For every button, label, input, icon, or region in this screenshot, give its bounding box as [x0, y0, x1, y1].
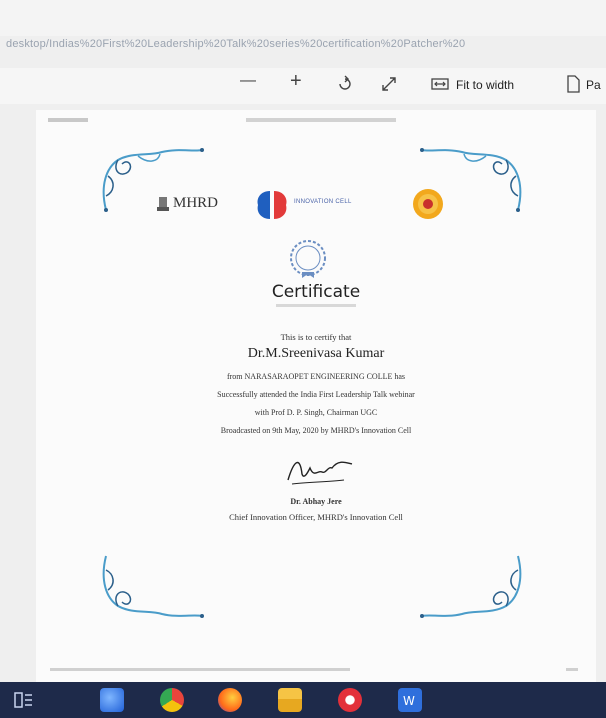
certify-line: This is to certify that [280, 332, 352, 342]
address-bar-url[interactable]: desktop/Indias%20First%20Leadership%20Ta… [6, 38, 606, 50]
signer-title: Chief Innovation Officer, MHRD's Innovat… [229, 512, 403, 522]
chrome-icon[interactable] [160, 688, 184, 712]
fit-to-width-icon[interactable] [431, 75, 449, 98]
signature-image [287, 461, 353, 485]
header-text-center [246, 118, 396, 122]
zoom-in-button[interactable]: + [290, 70, 302, 93]
signer-name: Dr. Abhay Jere [290, 497, 342, 506]
seal-badge-icon [290, 240, 326, 278]
broadcast-line: Broadcasted on 9th May, 2020 by MHRD's I… [220, 426, 412, 435]
fit-to-width-button[interactable]: Fit to width [456, 78, 514, 92]
logo-row: MHRD INNOVATION CELL [36, 185, 596, 235]
attendance-line: Successfully attended the India First Le… [217, 390, 415, 399]
footer-page-number [566, 668, 578, 671]
innovation-cell-brain-icon [257, 191, 287, 219]
word-icon[interactable]: W [398, 688, 422, 712]
bottom-left-ornament [102, 555, 204, 618]
certificate-page: MHRD INNOVATION CELL Certificate This is… [36, 110, 596, 682]
edge-icon[interactable] [100, 688, 124, 712]
page-view-button[interactable]: Pa [586, 78, 601, 92]
svg-text:W: W [403, 694, 415, 708]
bottom-right-ornament [420, 555, 522, 618]
innovation-cell-logo-text: INNOVATION CELL [294, 199, 352, 205]
emblem-icon [157, 197, 169, 211]
institution-line: from NARASARAOPET ENGINEERING COLLE has [226, 372, 406, 381]
browser-top-strip [0, 0, 606, 36]
app-icon[interactable] [338, 688, 362, 712]
heading-subline [276, 304, 356, 307]
rotate-icon[interactable] [336, 75, 354, 98]
fullscreen-icon[interactable] [380, 75, 398, 98]
certificate-heading: Certificate [271, 282, 361, 302]
zoom-out-button[interactable]: — [240, 72, 256, 90]
pdf-toolbar: — + Fit to width Pa [0, 68, 606, 104]
recipient-name: Dr.M.Sreenivasa Kumar [247, 346, 385, 361]
aicte-logo-icon [413, 189, 443, 219]
page-view-icon[interactable] [566, 75, 580, 98]
header-text-left [48, 118, 88, 122]
footer-url-text [50, 668, 350, 671]
firefox-icon[interactable] [218, 688, 242, 712]
file-explorer-icon[interactable] [278, 688, 302, 712]
task-view-icon[interactable] [14, 691, 34, 714]
mhrd-logo-text: MHRD [173, 195, 219, 211]
windows-taskbar: W [0, 682, 606, 718]
speaker-line: with Prof D. P. Singh, Chairman UGC [254, 408, 378, 417]
